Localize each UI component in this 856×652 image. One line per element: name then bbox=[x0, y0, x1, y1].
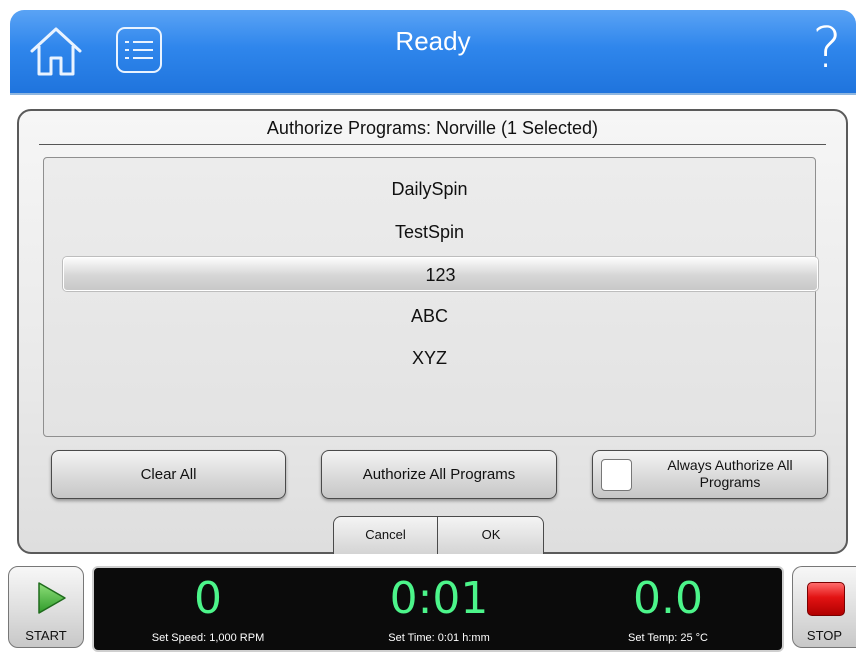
start-button[interactable]: START bbox=[8, 566, 84, 648]
title-divider bbox=[39, 144, 826, 145]
clear-all-button[interactable]: Clear All bbox=[51, 450, 286, 499]
start-label: START bbox=[25, 628, 67, 643]
always-authorize-label-line2: Programs bbox=[699, 474, 761, 490]
dialog-title: Authorize Programs: Norville (1 Selected… bbox=[266, 118, 599, 138]
set-time-label: Set Time: 0:01 h:mm bbox=[388, 632, 490, 644]
program-item-testspin[interactable]: TestSpin bbox=[44, 215, 815, 249]
always-authorize-label-line1: Always Authorize All bbox=[667, 457, 793, 473]
help-icon: ? bbox=[812, 16, 842, 81]
stop-label: STOP bbox=[806, 628, 843, 643]
authorize-programs-dialog: Authorize Programs: Norville (1 Selected… bbox=[17, 109, 848, 554]
dialog-actions: Cancel OK bbox=[333, 516, 544, 554]
time-value: 0:01 bbox=[389, 573, 489, 624]
cancel-button[interactable]: Cancel bbox=[334, 517, 438, 554]
speed-readout: 0 Set Speed: 1,000 RPM bbox=[108, 568, 308, 645]
authorize-all-programs-button[interactable]: Authorize All Programs bbox=[321, 450, 557, 499]
play-icon bbox=[38, 582, 66, 614]
program-item-dailyspin[interactable]: DailySpin bbox=[44, 172, 815, 206]
set-temp-label: Set Temp: 25 °C bbox=[627, 632, 708, 644]
always-authorize-toggle[interactable]: Always Authorize All Programs bbox=[592, 450, 828, 499]
program-item-123-selected[interactable]: 123 bbox=[63, 257, 818, 291]
always-authorize-label: Always Authorize All Programs bbox=[637, 457, 823, 491]
ok-button[interactable]: OK bbox=[439, 517, 543, 554]
status-title: Ready bbox=[395, 26, 471, 56]
speed-value: 0 bbox=[194, 573, 222, 624]
program-list[interactable]: DailySpin TestSpin 123 ABC XYZ bbox=[43, 157, 818, 437]
help-button[interactable]: ? bbox=[807, 18, 847, 80]
set-speed-label: Set Speed: 1,000 RPM bbox=[151, 632, 265, 644]
run-status-panel: 0 Set Speed: 1,000 RPM 0:01 Set Time: 0:… bbox=[92, 566, 784, 652]
program-item-xyz[interactable]: XYZ bbox=[44, 341, 815, 375]
always-authorize-checkbox[interactable] bbox=[601, 459, 632, 491]
temp-value: 0.0 bbox=[633, 573, 703, 624]
program-item-abc[interactable]: ABC bbox=[44, 299, 815, 333]
title-bar: Ready ? bbox=[10, 10, 856, 95]
temp-readout: 0.0 Set Temp: 25 °C bbox=[568, 568, 768, 645]
time-readout: 0:01 Set Time: 0:01 h:mm bbox=[339, 568, 539, 645]
stop-icon bbox=[807, 582, 845, 616]
stop-button[interactable]: STOP bbox=[792, 566, 856, 648]
